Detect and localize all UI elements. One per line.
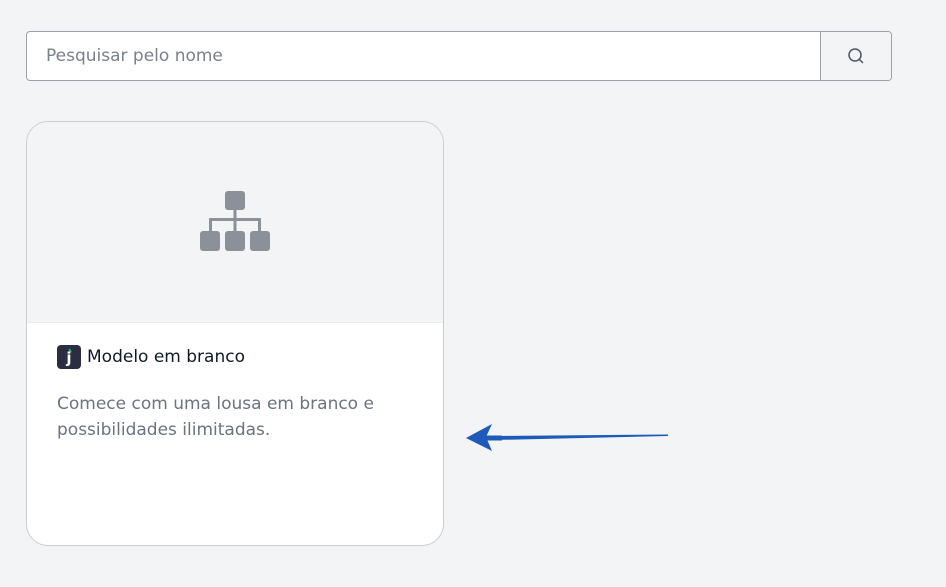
card-body: j Modelo em branco Comece com uma lousa … xyxy=(27,323,443,443)
app-logo-icon: j xyxy=(57,345,81,369)
page: j Modelo em branco Comece com uma lousa … xyxy=(0,0,946,587)
card-description: Comece com uma lousa em branco e possibi… xyxy=(57,394,374,440)
search-bar xyxy=(26,31,892,81)
card-title: Modelo em branco xyxy=(87,347,245,367)
card-preview xyxy=(27,122,443,323)
search-input[interactable] xyxy=(27,32,820,80)
card-title-row: j Modelo em branco xyxy=(57,345,413,369)
arrow-left-icon xyxy=(466,424,668,451)
org-chart-icon xyxy=(200,191,270,251)
blank-template-card[interactable]: j Modelo em branco Comece com uma lousa … xyxy=(26,121,444,546)
app-logo-letter: j xyxy=(65,349,71,367)
search-button[interactable] xyxy=(820,32,891,80)
search-icon xyxy=(848,48,864,64)
